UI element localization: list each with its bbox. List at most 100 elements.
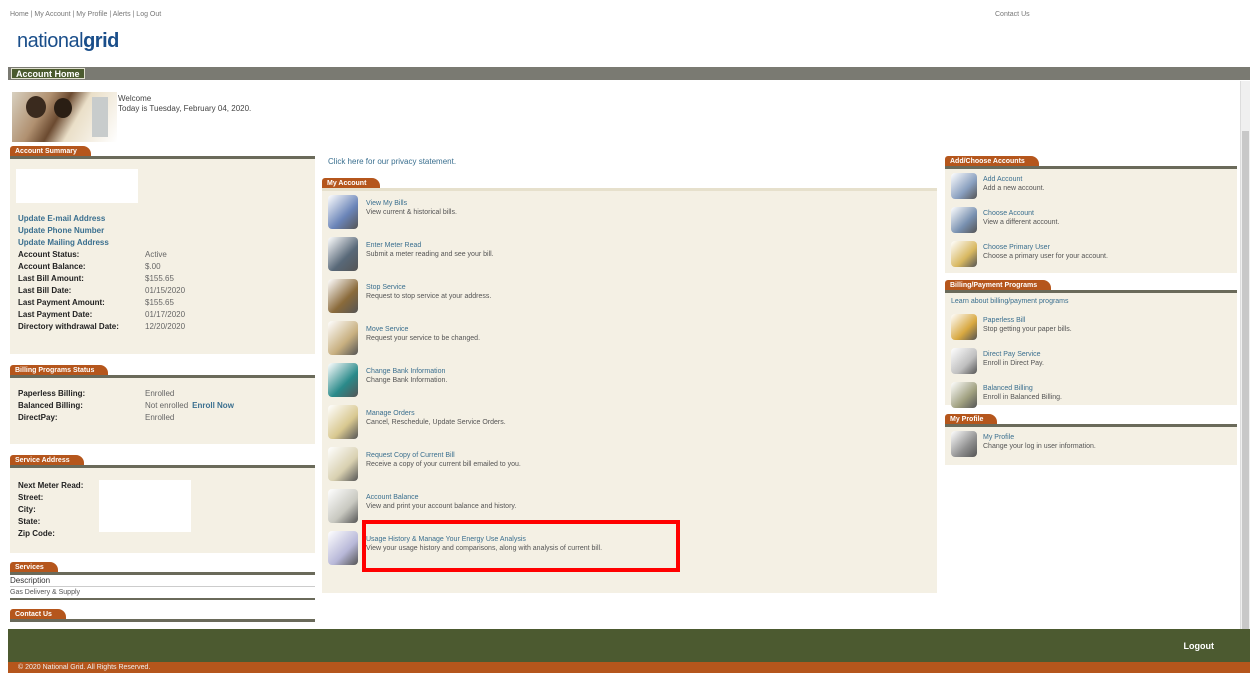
- account-home-tab[interactable]: Account Home: [11, 68, 85, 79]
- menu-item-text: Move Service Request your service to be c…: [366, 321, 480, 343]
- menu-item[interactable]: Choose Account View a different account.: [951, 207, 1231, 241]
- update-phone-link[interactable]: Update Phone Number: [18, 225, 307, 237]
- menu-item-title[interactable]: Request Copy of Current Bill: [366, 451, 521, 460]
- menu-item[interactable]: Enter Meter Read Submit a meter reading a…: [328, 237, 931, 279]
- info-value: Active: [145, 250, 167, 259]
- menu-item[interactable]: Direct Pay Service Enroll in Direct Pay.: [951, 348, 1231, 382]
- contact-us-link[interactable]: Contact Us: [995, 11, 1030, 18]
- right-column: Add/Choose Accounts Add Account Add a new…: [945, 155, 1237, 465]
- menu-item[interactable]: Move Service Request your service to be c…: [328, 321, 931, 363]
- redacted-account-info: [16, 169, 138, 203]
- info-label: Account Status:: [18, 250, 80, 259]
- pencil-icon[interactable]: [328, 321, 358, 355]
- menu-item-description: Request to stop service at your address.: [366, 293, 492, 300]
- menu-item-text: Paperless Bill Stop getting your paper bi…: [983, 314, 1072, 348]
- info-label: Account Balance:: [18, 262, 86, 271]
- info-label: Last Bill Date:: [18, 286, 72, 295]
- welcome-date: Today is Tuesday, February 04, 2020.: [118, 104, 252, 113]
- ledger-icon[interactable]: [328, 489, 358, 523]
- menu-item-title[interactable]: Enter Meter Read: [366, 241, 494, 250]
- enroll-now-link[interactable]: Enroll Now: [192, 400, 234, 412]
- balanced-billing-icon[interactable]: [951, 382, 977, 408]
- menu-item-title[interactable]: Choose Primary User: [983, 243, 1108, 252]
- contact-us-header: Contact Us: [10, 608, 315, 622]
- menu-item-title[interactable]: Balanced Billing: [983, 384, 1062, 393]
- menu-item-title[interactable]: My Profile: [983, 433, 1096, 442]
- my-account-header: My Account: [322, 177, 937, 191]
- menu-item[interactable]: My Profile Change your log in user inform…: [951, 431, 1231, 465]
- info-label: Paperless Billing:: [18, 389, 86, 398]
- copyright-bar: © 2020 National Grid. All Rights Reserve…: [8, 662, 1250, 673]
- menu-item[interactable]: Choose Primary User Choose a primary user…: [951, 241, 1231, 275]
- menu-item-title[interactable]: Add Account: [983, 175, 1045, 184]
- info-row: Last Payment Amount: $155.65: [18, 297, 307, 309]
- menu-item[interactable]: View My Bills View current & historical b…: [328, 195, 931, 237]
- info-label: DirectPay:: [18, 413, 58, 422]
- calculator-icon[interactable]: [328, 237, 358, 271]
- my-profile-header: My Profile: [945, 413, 1237, 427]
- add-accounts-header: Add/Choose Accounts: [945, 155, 1237, 169]
- menu-item-description: View a different account.: [983, 219, 1060, 226]
- profile-icon[interactable]: [951, 431, 977, 457]
- services-row[interactable]: Gas Delivery & Supply: [10, 587, 315, 600]
- menu-item-description: Cancel, Reschedule, Update Service Order…: [366, 419, 506, 426]
- menu-item-text: Request Copy of Current Bill Receive a co…: [366, 447, 521, 469]
- my-profile-panel: My Profile Change your log in user inform…: [945, 427, 1237, 465]
- redacted-address: [99, 480, 191, 532]
- menu-item-title[interactable]: Choose Account: [983, 209, 1059, 218]
- vertical-scrollbar[interactable]: [1240, 81, 1250, 651]
- info-value: 01/15/2020: [145, 286, 186, 295]
- account-summary-header: Account Summary: [10, 145, 315, 159]
- menu-item-text: Choose Account View a different account.: [983, 207, 1059, 241]
- national-grid-logo[interactable]: nationalgrid: [17, 30, 119, 53]
- menu-item-title[interactable]: Change Bank Information: [366, 367, 447, 376]
- menu-item-title[interactable]: Stop Service: [366, 283, 491, 292]
- menu-item-description: Enroll in Balanced Billing.: [983, 394, 1062, 401]
- billing-programs-intro-link[interactable]: Learn about billing/payment programs: [951, 297, 1231, 306]
- menu-item-title[interactable]: View My Bills: [366, 199, 457, 208]
- menu-item[interactable]: Paperless Bill Stop getting your paper bi…: [951, 314, 1231, 348]
- menu-item-description: Enroll in Direct Pay.: [983, 360, 1044, 367]
- directpay-icon[interactable]: [951, 348, 977, 374]
- info-row: Last Payment Date: 01/17/2020: [18, 309, 307, 321]
- update-mailing-link[interactable]: Update Mailing Address: [18, 237, 307, 249]
- menu-item-title[interactable]: Direct Pay Service: [983, 350, 1044, 359]
- menu-item-title[interactable]: Paperless Bill: [983, 316, 1072, 325]
- menu-item[interactable]: Manage Orders Cancel, Reschedule, Update …: [328, 405, 931, 447]
- services-header: Services: [10, 561, 315, 575]
- menu-item[interactable]: Change Bank Information Change Bank Infor…: [328, 363, 931, 405]
- menu-item-text: Balanced Billing Enroll in Balanced Billi…: [983, 382, 1062, 416]
- logout-link[interactable]: Logout: [1184, 641, 1215, 651]
- top-navigation[interactable]: Home | My Account | My Profile | Alerts …: [10, 11, 161, 18]
- choose-account-icon[interactable]: [951, 207, 977, 233]
- update-email-link[interactable]: Update E-mail Address: [18, 213, 307, 225]
- documents-icon[interactable]: [328, 447, 358, 481]
- scrollbar-thumb[interactable]: [1242, 131, 1249, 651]
- info-label: Last Payment Date:: [18, 310, 93, 319]
- highlight-box: [362, 520, 680, 572]
- menu-item[interactable]: Request Copy of Current Bill Receive a co…: [328, 447, 931, 489]
- menu-item[interactable]: Add Account Add a new account.: [951, 173, 1231, 207]
- folder-icon[interactable]: [951, 314, 977, 340]
- privacy-statement-link[interactable]: Click here for our privacy statement.: [328, 155, 937, 177]
- menu-item[interactable]: Stop Service Request to stop service at y…: [328, 279, 931, 321]
- info-value: $.00: [145, 262, 161, 271]
- info-label: Directory withdrawal Date:: [18, 322, 119, 331]
- notepad-icon[interactable]: [328, 405, 358, 439]
- magnifier-icon[interactable]: [328, 195, 358, 229]
- primary-user-icon[interactable]: [951, 241, 977, 267]
- menu-item-text: Change Bank Information Change Bank Infor…: [366, 363, 447, 385]
- menu-item[interactable]: Balanced Billing Enroll in Balanced Billi…: [951, 382, 1231, 416]
- billing-programs-panel: Paperless Billing: Enrolled Balanced Billi…: [10, 378, 315, 444]
- envelope-icon[interactable]: [328, 279, 358, 313]
- info-value: Enrolled: [145, 413, 175, 422]
- card-icon[interactable]: [328, 363, 358, 397]
- service-address-header: Service Address: [10, 454, 315, 468]
- menu-item-title[interactable]: Account Balance: [366, 493, 516, 502]
- add-account-icon[interactable]: [951, 173, 977, 199]
- menu-item-title[interactable]: Move Service: [366, 325, 480, 334]
- chart-icon[interactable]: [328, 531, 358, 565]
- info-row: DirectPay: Enrolled: [18, 412, 307, 424]
- info-value: 01/17/2020: [145, 310, 186, 319]
- menu-item-title[interactable]: Manage Orders: [366, 409, 506, 418]
